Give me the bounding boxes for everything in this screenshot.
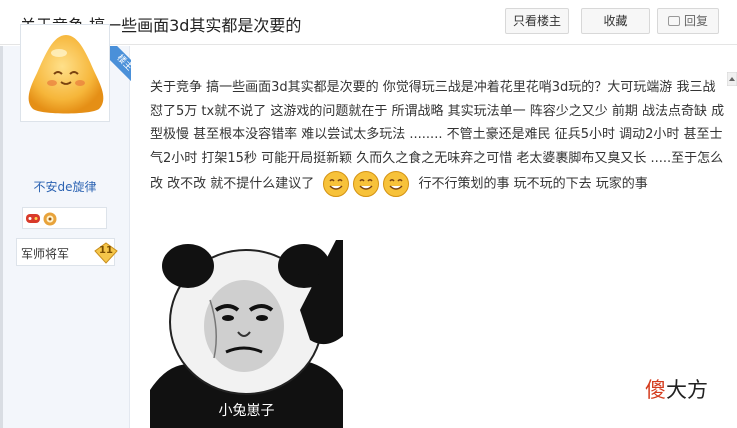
post-text: 关于竞争 搞一些画面3d其实都是次要的 你觉得玩三战是冲着花里花哨3d玩的？大可… — [150, 80, 725, 192]
author-username[interactable]: 不安de旋律 — [0, 178, 130, 195]
author-icons — [22, 207, 107, 229]
avatar-image — [28, 35, 104, 114]
watermark: 傻大方 — [645, 374, 708, 404]
smiley-group — [322, 170, 410, 198]
meme-caption: 小兔崽子 — [218, 403, 275, 419]
smiley-icon — [383, 171, 410, 197]
scroll-up-icon[interactable] — [727, 72, 737, 86]
medal-icon — [43, 212, 57, 226]
post-body: 关于竞争 搞一些画面3d其实都是次要的 你觉得玩三战是冲着花里花哨3d玩的？大可… — [150, 76, 725, 198]
reply-button[interactable]: 回复 — [657, 8, 719, 34]
smiley-icon — [323, 171, 350, 197]
level-title: 军师将军 — [21, 247, 70, 261]
gamepad-icon — [26, 214, 40, 223]
post-text-end: 行不行策划的事 玩不玩的下去 玩家的事 — [418, 176, 648, 192]
only-author-button[interactable]: 只看楼主 — [505, 8, 569, 34]
reply-icon — [667, 16, 680, 26]
reply-button-label: 回复 — [683, 14, 708, 28]
page-edge — [0, 46, 3, 428]
smiley-icon — [353, 171, 380, 197]
meme-image[interactable]: 小兔崽子 — [150, 240, 343, 428]
level-number: 11 — [99, 245, 113, 256]
avatar[interactable] — [20, 24, 110, 122]
favorite-button[interactable]: 收藏 — [581, 8, 650, 34]
watermark-red-char: 傻 — [645, 378, 666, 402]
watermark-text: 大方 — [666, 378, 708, 402]
author-level: 军师将军 11 — [16, 238, 118, 266]
